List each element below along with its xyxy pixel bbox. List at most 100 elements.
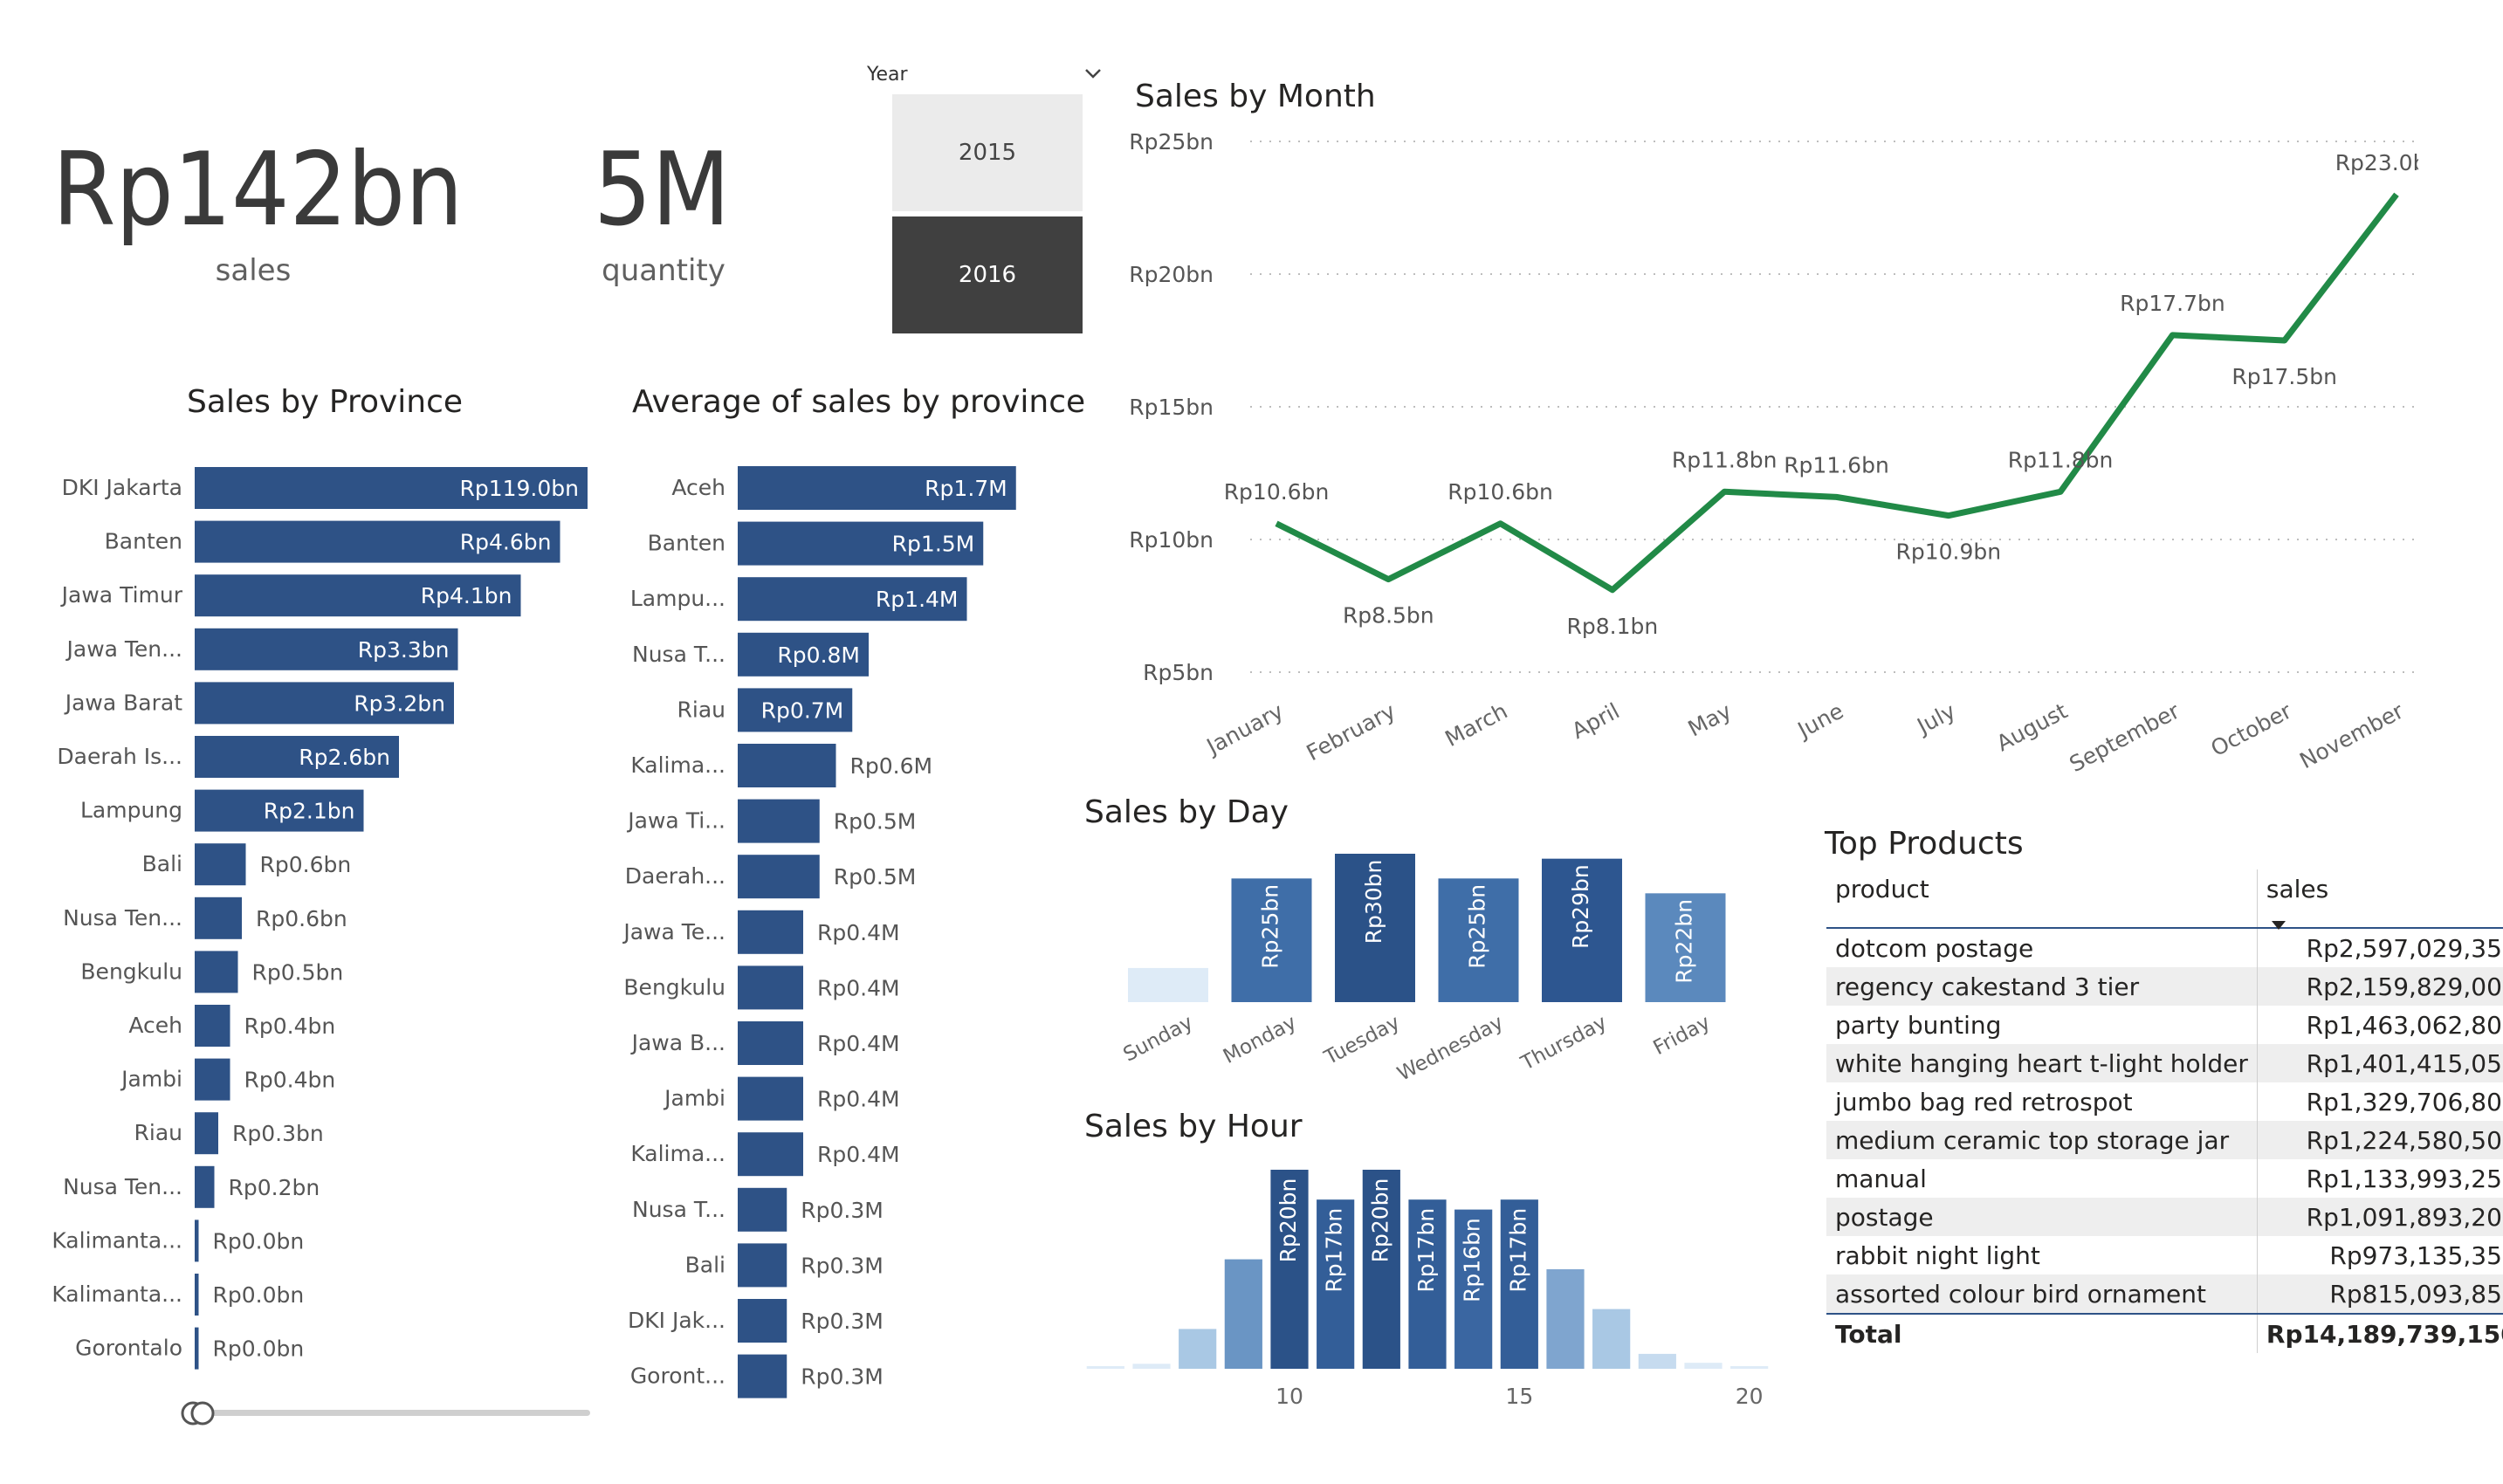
axis-label-category: Nusa Ten...: [63, 1174, 182, 1199]
bar: [195, 897, 242, 939]
cell-product: party bunting: [1826, 1006, 2258, 1044]
data-label: Rp0.4M: [817, 1142, 900, 1167]
table-row[interactable]: dotcom postage Rp2,597,029,350: [1826, 928, 2503, 967]
axis-label-category: Kalima...: [630, 1141, 725, 1166]
x-tick-label: 10: [1276, 1384, 1303, 1409]
series-line: [1275, 192, 2399, 594]
sales-by-hour-chart: Rp20bn Rp17bn Rp20bn Rp17bn Rp16bn Rp17bn 10 15…: [1086, 1170, 1769, 1409]
sales-by-month-chart: Rp5bn Rp10bn Rp15bn Rp20bn Rp25bn Rp10.6bn Jan…: [1129, 129, 2418, 777]
axis-label-category: Riau: [134, 1120, 182, 1145]
cell-sales: Rp1,224,580,500: [2306, 1125, 2503, 1155]
x-tick-label: November: [2295, 697, 2408, 773]
cell-product: jumbo bag red retrospot: [1826, 1082, 2258, 1121]
axis-label-category: Jawa Te...: [622, 919, 725, 945]
table-row[interactable]: assorted colour bird ornament Rp815,093,8…: [1826, 1274, 2503, 1314]
title-sales-by-province: Sales by Province: [187, 384, 464, 420]
table-row[interactable]: postage Rp1,091,893,200: [1826, 1198, 2503, 1236]
y-tick-label: Rp10bn: [1129, 527, 1214, 553]
axis-label-category: Daerah...: [625, 863, 725, 889]
table-row[interactable]: rabbit night light Rp973,135,350: [1826, 1236, 2503, 1274]
x-tick-label: February: [1303, 698, 1400, 766]
table-row[interactable]: manual Rp1,133,993,250: [1826, 1159, 2503, 1198]
bar: [1179, 1329, 1217, 1369]
axis-label-category: Jambi: [663, 1086, 725, 1111]
cell-sales: Rp2,159,829,000: [2306, 972, 2503, 1001]
slider-handle-icon[interactable]: [180, 1400, 220, 1426]
cell-product: regency cakestand 3 tier: [1826, 967, 2258, 1006]
bar: [738, 744, 836, 787]
axis-label-category: Kalimanta...: [52, 1281, 182, 1307]
cell-sales: Rp1,463,062,800: [2306, 1010, 2503, 1040]
table-row[interactable]: regency cakestand 3 tier Rp2,159,829,000: [1826, 967, 2503, 1006]
y-tick-label: Rp25bn: [1129, 129, 1214, 155]
axis-label-category: Lampu...: [630, 586, 725, 611]
data-label: Rp17bn: [1322, 1208, 1347, 1293]
x-tick-label: Thursday: [1516, 1011, 1611, 1075]
data-label: Rp17bn: [1413, 1208, 1439, 1293]
table-row[interactable]: medium ceramic top storage jar Rp1,224,58…: [1826, 1121, 2503, 1159]
data-label: Rp23.0bn: [2335, 150, 2418, 175]
table-row[interactable]: white hanging heart t-light holder Rp1,40…: [1826, 1044, 2503, 1082]
data-label: Rp17bn: [1505, 1208, 1530, 1293]
year-option-2015[interactable]: 2015: [892, 94, 1083, 211]
data-label: Rp0.4M: [817, 1087, 900, 1112]
axis-label-category: Nusa Ten...: [63, 905, 182, 931]
slider-track[interactable]: [197, 1410, 590, 1416]
cell-sales: Rp973,135,350: [2329, 1240, 2503, 1270]
axis-label-category: Nusa T...: [632, 642, 725, 667]
cell-product: dotcom postage: [1826, 928, 2258, 967]
data-label: Rp119.0bn: [459, 476, 579, 501]
bar: [1224, 1259, 1262, 1369]
data-label: Rp10.6bn: [1447, 479, 1553, 505]
bar: [195, 1165, 215, 1208]
col-header-product[interactable]: product: [1826, 869, 2258, 928]
title-average-sales-by-province: Average of sales by province: [632, 384, 1086, 420]
kpi-sales-label: sales: [215, 253, 292, 288]
data-label: Rp0.6bn: [256, 906, 347, 931]
bar: [738, 1076, 803, 1121]
y-tick-label: Rp15bn: [1129, 395, 1214, 420]
axis-label-category: Bengkulu: [80, 958, 182, 984]
x-tick-label: Tuesday: [1320, 1011, 1404, 1069]
cell-sales: Rp815,093,850: [2329, 1279, 2503, 1309]
x-tick-label: June: [1792, 698, 1847, 744]
axis-label-category: Jawa Ti...: [626, 808, 725, 834]
axis-label-category: Jawa Timur: [60, 582, 183, 608]
year-slicer-title: Year: [867, 64, 908, 86]
data-label: Rp30bn: [1361, 860, 1386, 945]
axis-label-category: Jawa Ten...: [65, 636, 183, 662]
data-label: Rp0.8M: [777, 642, 860, 668]
axis-label-category: Gorontalo: [75, 1336, 182, 1361]
table-row[interactable]: jumbo bag red retrospot Rp1,329,706,800: [1826, 1082, 2503, 1121]
bar: [195, 1005, 230, 1047]
data-label: Rp25bn: [1465, 884, 1490, 969]
col-header-sales[interactable]: sales: [2257, 869, 2503, 930]
col-header-sales-label: sales: [2266, 875, 2329, 903]
bar: [738, 1299, 787, 1343]
table-row[interactable]: party bunting Rp1,463,062,800: [1826, 1006, 2503, 1044]
x-tick-label: September: [2066, 697, 2184, 777]
cell-product: rabbit night light: [1826, 1236, 2258, 1274]
data-label: Rp16bn: [1460, 1218, 1485, 1302]
bar: [738, 1132, 803, 1177]
axis-label-category: Kalimanta...: [52, 1227, 182, 1253]
data-label: Rp0.3M: [801, 1198, 884, 1223]
bar: [1546, 1269, 1585, 1369]
axis-label-category: Aceh: [128, 1013, 182, 1038]
axis-label-category: Nusa T...: [632, 1197, 725, 1222]
year-option-2016[interactable]: 2016: [892, 216, 1083, 333]
province-scroll-slider[interactable]: [180, 1398, 590, 1426]
title-top-products: Top Products: [1825, 826, 2024, 862]
bar: [738, 1187, 787, 1232]
data-label: Rp1.5M: [892, 532, 975, 557]
data-label: Rp3.2bn: [354, 690, 445, 716]
sales-by-province-chart: DKI Jakarta Rp119.0bn Banten Rp4.6bn Jawa Ti…: [52, 467, 588, 1370]
kpi-sales-value: Rp142bn: [52, 131, 464, 249]
chevron-down-icon[interactable]: [1083, 63, 1104, 84]
bar: [738, 910, 803, 954]
data-label: Rp8.1bn: [1567, 614, 1659, 639]
data-label: Rp10.6bn: [1224, 479, 1330, 505]
total-label: Total: [1826, 1314, 2258, 1353]
x-tick-label: April: [1568, 698, 1624, 744]
x-tick-label: Friday: [1650, 1011, 1715, 1060]
